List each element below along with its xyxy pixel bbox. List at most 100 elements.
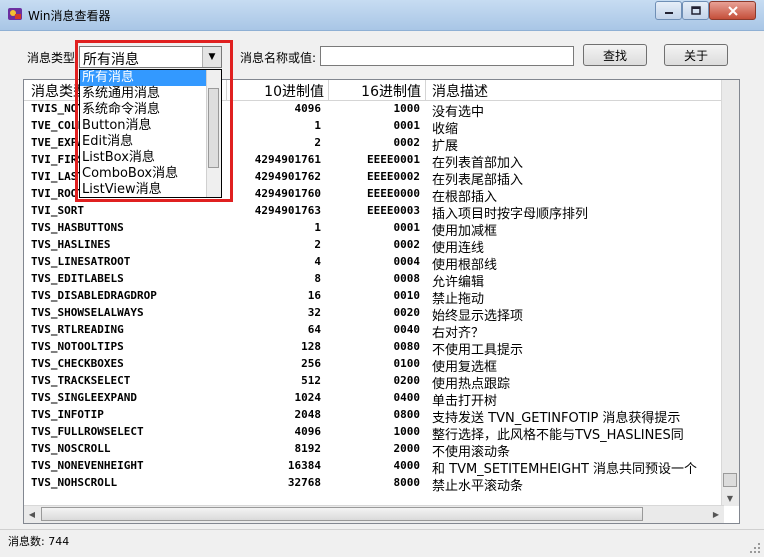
table-row[interactable]: TVS_CHECKBOXES 256 0100 使用复选框 bbox=[24, 355, 724, 375]
cell-desc: 禁止水平滚动条 bbox=[432, 479, 524, 494]
cell-hex: 0001 bbox=[393, 119, 421, 132]
cell-hex: EEEE0003 bbox=[367, 204, 420, 217]
cell-dec: 32768 bbox=[287, 476, 321, 489]
cell-name: TVS_INFOTIP bbox=[31, 408, 104, 421]
cell-dec: 4294901762 bbox=[254, 170, 321, 183]
title-bar[interactable]: Win消息查看器 bbox=[0, 0, 764, 31]
maximize-button[interactable] bbox=[682, 1, 709, 20]
cell-name: TVS_LINESATROOT bbox=[31, 255, 131, 268]
message-count: 消息数: 744 bbox=[8, 535, 70, 548]
column-header-dec[interactable]: 10进制值 bbox=[227, 80, 329, 100]
cell-name: TVS_NOTOOLTIPS bbox=[31, 340, 124, 353]
cell-name: TVS_EDITLABELS bbox=[31, 272, 124, 285]
table-row[interactable]: TVS_HASLINES 2 0002 使用连线 bbox=[24, 236, 724, 256]
cell-name: TVI_SORT bbox=[31, 204, 84, 217]
cell-dec: 1 bbox=[314, 221, 321, 234]
cell-dec: 16384 bbox=[287, 459, 321, 472]
cell-hex: 0020 bbox=[393, 306, 421, 319]
message-type-label: 消息类型: bbox=[27, 51, 80, 65]
vertical-scroll-thumb[interactable] bbox=[723, 473, 737, 487]
cell-hex: EEEE0002 bbox=[367, 170, 420, 183]
cell-dec: 64 bbox=[307, 323, 321, 336]
column-header-desc[interactable]: 消息描述 bbox=[426, 80, 724, 100]
cell-hex: 0800 bbox=[393, 408, 421, 421]
table-row[interactable]: TVS_DISABLEDRAGDROP 16 0010 禁止拖动 bbox=[24, 287, 724, 307]
minimize-button[interactable] bbox=[655, 1, 682, 20]
scroll-down-icon[interactable]: ▼ bbox=[722, 490, 738, 506]
cell-name: TVS_DISABLEDRAGDROP bbox=[31, 289, 157, 302]
cell-hex: 0004 bbox=[393, 255, 421, 268]
status-bar: 消息数: 744 bbox=[0, 529, 764, 557]
cell-hex: 0002 bbox=[393, 136, 421, 149]
cell-dec: 32 bbox=[307, 306, 321, 319]
cell-dec: 4096 bbox=[294, 102, 322, 115]
cell-hex: 0400 bbox=[393, 391, 421, 404]
table-row[interactable]: TVS_NOTOOLTIPS 128 0080 不使用工具提示 bbox=[24, 338, 724, 358]
window-title: Win消息查看器 bbox=[28, 9, 111, 23]
table-row[interactable]: TVS_HASBUTTONS 1 0001 使用加减框 bbox=[24, 219, 724, 239]
close-icon bbox=[727, 5, 738, 16]
table-row[interactable]: TVS_SHOWSELALWAYS 32 0020 始终显示选择项 bbox=[24, 304, 724, 324]
cell-name: TVS_NOSCROLL bbox=[31, 442, 111, 455]
cell-name: TVS_FULLROWSELECT bbox=[31, 425, 144, 438]
table-row[interactable]: TVS_TRACKSELECT 512 0200 使用热点跟踪 bbox=[24, 372, 724, 392]
table-row[interactable]: TVS_EDITLABELS 8 0008 允许编辑 bbox=[24, 270, 724, 290]
table-row[interactable]: TVS_NOSCROLL 8192 2000 不使用滚动条 bbox=[24, 440, 724, 460]
table-row[interactable]: TVS_NOHSCROLL 32768 8000 禁止水平滚动条 bbox=[24, 474, 724, 494]
main-window: Win消息查看器 消息类型: 所有消息 ▼ 消息名称或值: 查找 关于 消息类型… bbox=[0, 0, 764, 556]
cell-name: TVS_HASLINES bbox=[31, 238, 111, 251]
cell-hex: 0008 bbox=[393, 272, 421, 285]
vertical-scrollbar[interactable]: ▼ bbox=[721, 80, 739, 506]
scroll-right-icon[interactable]: ▶ bbox=[708, 506, 724, 522]
cell-hex: 0080 bbox=[393, 340, 421, 353]
table-row[interactable]: TVI_SORT 4294901763 EEEE0003 插入项目时按字母顺序排列 bbox=[24, 202, 724, 222]
minimize-icon bbox=[664, 11, 673, 14]
cell-hex: 0002 bbox=[393, 238, 421, 251]
cell-dec: 4294901760 bbox=[254, 187, 321, 200]
app-icon bbox=[8, 8, 22, 20]
message-name-input[interactable] bbox=[320, 46, 574, 66]
column-header-hex[interactable]: 16进制值 bbox=[329, 80, 426, 100]
table-row[interactable]: TVS_FULLROWSELECT 4096 1000 整行选择，此风格不能与TVS_… bbox=[24, 423, 724, 443]
cell-dec: 16 bbox=[307, 289, 321, 302]
cell-hex: EEEE0001 bbox=[367, 153, 420, 166]
table-row[interactable]: TVS_RTLREADING 64 0040 右对齐？ bbox=[24, 321, 724, 341]
cell-dec: 4294901761 bbox=[254, 153, 321, 166]
cell-dec: 8 bbox=[314, 272, 321, 285]
cell-dec: 1 bbox=[314, 119, 321, 132]
message-name-label: 消息名称或值: bbox=[240, 51, 317, 65]
table-row[interactable]: TVS_LINESATROOT 4 0004 使用根部线 bbox=[24, 253, 724, 273]
resize-grip-icon[interactable] bbox=[749, 542, 761, 554]
highlight-box bbox=[75, 40, 233, 202]
cell-hex: 0100 bbox=[393, 357, 421, 370]
cell-dec: 4 bbox=[314, 255, 321, 268]
about-button[interactable]: 关于 bbox=[664, 44, 728, 66]
cell-hex: EEEE0000 bbox=[367, 187, 420, 200]
cell-dec: 512 bbox=[301, 374, 321, 387]
cell-name: TVS_HASBUTTONS bbox=[31, 221, 124, 234]
cell-name: TVS_CHECKBOXES bbox=[31, 357, 124, 370]
cell-dec: 1024 bbox=[294, 391, 322, 404]
cell-hex: 2000 bbox=[393, 442, 421, 455]
table-row[interactable]: TVS_NONEVENHEIGHT 16384 4000 和 TVM_SETITEMH… bbox=[24, 457, 724, 477]
cell-name: TVS_RTLREADING bbox=[31, 323, 124, 336]
horizontal-scrollbar[interactable]: ◀ ▶ bbox=[24, 505, 724, 523]
cell-name: TVS_NOHSCROLL bbox=[31, 476, 118, 489]
close-button[interactable] bbox=[709, 1, 756, 20]
cell-name: TVS_SHOWSELALWAYS bbox=[31, 306, 144, 319]
cell-dec: 8192 bbox=[294, 442, 322, 455]
cell-dec: 2 bbox=[314, 136, 321, 149]
cell-hex: 0010 bbox=[393, 289, 421, 302]
cell-dec: 2048 bbox=[294, 408, 322, 421]
cell-hex: 4000 bbox=[393, 459, 421, 472]
search-button[interactable]: 查找 bbox=[583, 44, 647, 66]
table-row[interactable]: TVS_SINGLEEXPAND 1024 0400 单击打开树 bbox=[24, 389, 724, 409]
horizontal-scroll-thumb[interactable] bbox=[41, 507, 643, 521]
cell-name: TVS_SINGLEEXPAND bbox=[31, 391, 137, 404]
scroll-left-icon[interactable]: ◀ bbox=[24, 506, 40, 522]
cell-hex: 8000 bbox=[393, 476, 421, 489]
table-row[interactable]: TVS_INFOTIP 2048 0800 支持发送 TVN_GETINFOTIP 消… bbox=[24, 406, 724, 426]
cell-dec: 128 bbox=[301, 340, 321, 353]
cell-dec: 2 bbox=[314, 238, 321, 251]
cell-hex: 0001 bbox=[393, 221, 421, 234]
